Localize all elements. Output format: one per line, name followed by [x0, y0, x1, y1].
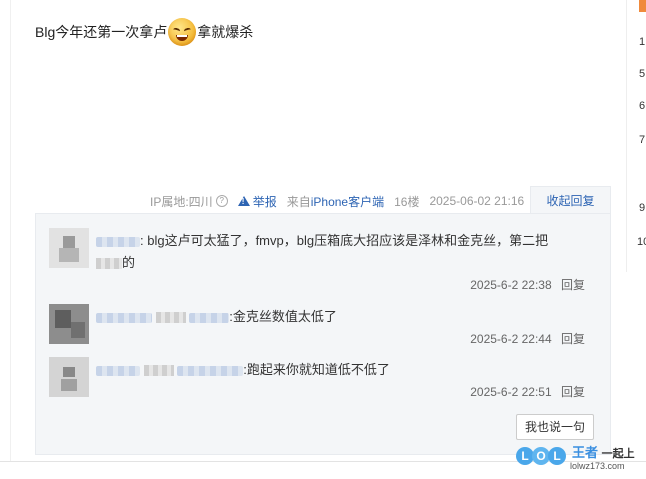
reply-text: : blg这卢可太猛了，fmvp，blg压箱底大招应该是泽林和金克丝，第二把	[140, 233, 549, 248]
blurred-text	[96, 258, 122, 270]
reply-body: : blg这卢可太猛了，fmvp，blg压箱底大招应该是泽林和金克丝，第二把 的	[96, 230, 596, 274]
reply-body: :金克丝数值太低了	[96, 306, 596, 328]
reply-button[interactable]: 回复	[561, 278, 585, 292]
reply-footer: 2025-6-2 22:38 回复	[470, 276, 585, 293]
reply-footer: 2025-6-2 22:51 回复	[470, 383, 585, 400]
sidebar-number: 6	[639, 100, 646, 112]
post-text-before: Blg今年还第一次拿卢	[35, 24, 168, 40]
reply-text: :金克丝数值太低了	[229, 309, 337, 324]
username[interactable]	[96, 312, 152, 323]
right-sidebar: 1 5 6 7 9 10	[626, 0, 646, 272]
post-text-after: 拿就爆杀	[197, 24, 254, 40]
post-meta: IP属地:四川 ? 举报 来自 iPhone客户端 16楼 2025-06-02…	[150, 193, 524, 209]
blurred-text	[177, 365, 244, 376]
sidebar-number: 10	[637, 236, 646, 248]
reply-text-cont: 的	[122, 255, 136, 270]
grinning-emoji-icon	[168, 18, 197, 46]
ip-location: IP属地:四川	[150, 194, 213, 209]
site-watermark: L O L 王者 一起上 lolwz173.com	[514, 439, 644, 477]
avatar[interactable]	[49, 357, 89, 397]
sidebar-number: 5	[639, 68, 646, 80]
report-link[interactable]: 举报	[237, 193, 277, 210]
post-container: Blg今年还第一次拿卢 拿就爆杀 IP属地:四川 ? 举报 来自 iPhone客…	[0, 0, 626, 466]
divider	[10, 0, 11, 461]
floor-number: 16楼	[394, 194, 420, 209]
client-link[interactable]: iPhone客户端	[311, 193, 384, 210]
avatar[interactable]	[49, 304, 89, 344]
post-content: Blg今年还第一次拿卢 拿就爆杀	[35, 18, 253, 46]
reply-text: :跑起来你就知道低不低了	[243, 362, 390, 377]
from-prefix: 来自	[286, 194, 311, 209]
reply-time: 2025-6-2 22:44	[470, 332, 552, 346]
reply-item: : blg这卢可太猛了，fmvp，blg压箱底大招应该是泽林和金克丝，第二把 的…	[49, 228, 599, 292]
reply-time: 2025-6-2 22:51	[470, 385, 552, 399]
reply-item: :金克丝数值太低了 2025-6-2 22:44 回复	[49, 304, 599, 354]
post-datetime: 2025-06-02 21:16	[429, 194, 525, 208]
watermark-logo-letter: L	[548, 447, 566, 465]
sidebar-number: 1	[639, 36, 646, 48]
username[interactable]	[96, 236, 140, 247]
reply-panel: : blg这卢可太猛了，fmvp，blg压箱底大招应该是泽林和金克丝，第二把 的…	[35, 213, 611, 455]
orange-badge	[639, 0, 646, 12]
say-something-button[interactable]: 我也说一句	[516, 414, 594, 440]
help-icon[interactable]: ?	[215, 195, 228, 207]
blurred-text	[143, 365, 174, 377]
reply-item: :跑起来你就知道低不低了 2025-6-2 22:51 回复	[49, 357, 599, 407]
reply-body: :跑起来你就知道低不低了	[96, 359, 596, 381]
collapse-replies-button[interactable]: 收起回复	[530, 186, 611, 215]
username[interactable]	[96, 365, 140, 376]
watermark-site: lolwz173.com	[570, 461, 625, 471]
sidebar-number: 7	[639, 134, 646, 146]
reply-button[interactable]: 回复	[561, 385, 585, 399]
reply-footer: 2025-6-2 22:44 回复	[470, 330, 585, 347]
reply-time: 2025-6-2 22:38	[470, 278, 552, 292]
warning-icon	[237, 196, 250, 206]
sidebar-number: 9	[639, 202, 646, 214]
watermark-title: 王者 一起上	[572, 445, 635, 460]
report-label: 举报	[252, 194, 277, 209]
blurred-text	[155, 312, 186, 324]
avatar[interactable]	[49, 228, 89, 268]
blurred-text	[189, 312, 230, 323]
reply-button[interactable]: 回复	[561, 332, 585, 346]
